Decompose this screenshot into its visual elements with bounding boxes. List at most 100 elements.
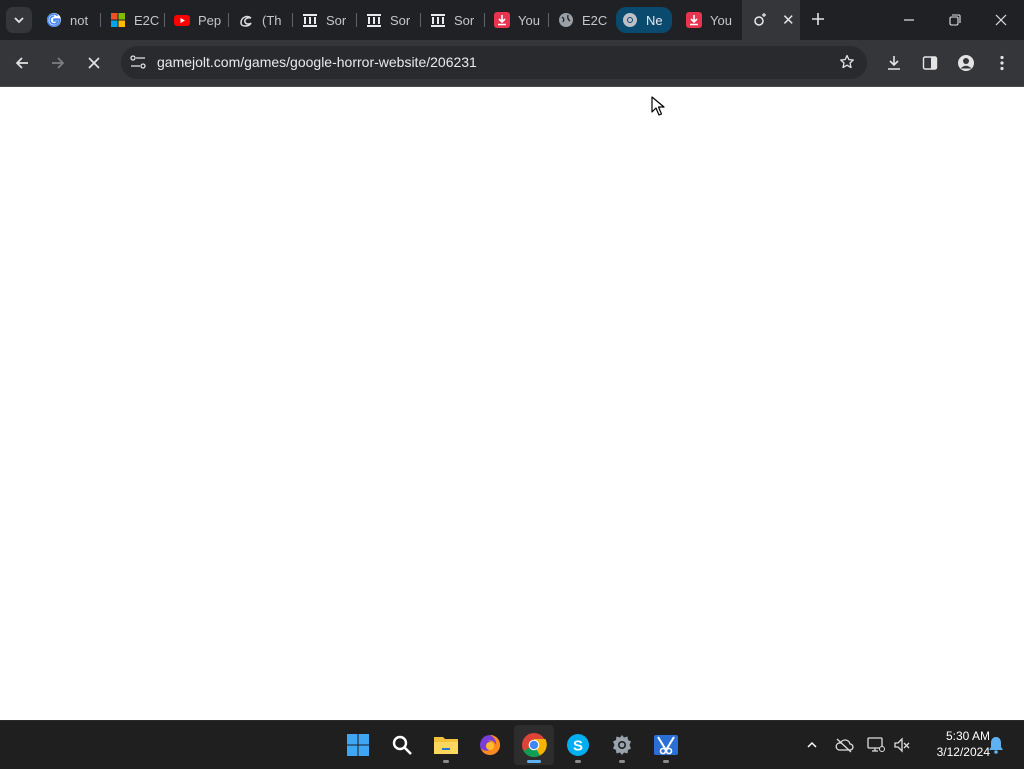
tab-divider bbox=[356, 13, 357, 27]
restore-button[interactable] bbox=[932, 0, 978, 40]
more-vertical-icon bbox=[1000, 55, 1004, 71]
site-info-icon[interactable] bbox=[129, 54, 147, 75]
menu-button[interactable] bbox=[987, 48, 1017, 78]
tab-divider bbox=[100, 13, 101, 27]
forward-button[interactable] bbox=[43, 48, 73, 78]
loading-icon bbox=[752, 12, 768, 28]
tab-divider bbox=[228, 13, 229, 27]
taskbar-file-explorer[interactable] bbox=[426, 725, 466, 765]
tab-10[interactable]: Ne bbox=[616, 7, 672, 33]
tab-title: E2C bbox=[582, 12, 608, 28]
window-close-button[interactable] bbox=[978, 0, 1024, 40]
close-icon bbox=[995, 14, 1007, 26]
plus-icon bbox=[812, 13, 824, 25]
bell-icon bbox=[989, 737, 1003, 754]
new-tab-button[interactable] bbox=[807, 9, 829, 31]
tab-title: E2C bbox=[134, 12, 160, 28]
page-viewport[interactable] bbox=[0, 87, 1024, 720]
bank-icon bbox=[430, 12, 446, 28]
skype-icon: S bbox=[567, 734, 589, 756]
tab-3[interactable]: Pep bbox=[168, 6, 224, 34]
network-tray-icon[interactable] bbox=[866, 735, 886, 755]
tab-8[interactable]: You bbox=[488, 6, 544, 34]
taskbar-skype[interactable]: S bbox=[558, 725, 598, 765]
tab-6[interactable]: Sor bbox=[360, 6, 416, 34]
bookmark-star-icon[interactable] bbox=[839, 54, 855, 75]
clock-time: 5:30 AM bbox=[945, 729, 990, 743]
search-icon bbox=[392, 735, 412, 755]
chrome-icon bbox=[622, 12, 638, 28]
downloads-button[interactable] bbox=[879, 48, 909, 78]
arrow-left-icon bbox=[15, 57, 28, 69]
edge-like-icon bbox=[238, 12, 254, 28]
tab-title: Sor bbox=[390, 12, 411, 28]
arrow-right-icon bbox=[52, 57, 65, 69]
windows-icon bbox=[347, 734, 369, 756]
tray-overflow-button[interactable] bbox=[802, 735, 822, 755]
profile-button[interactable] bbox=[951, 48, 981, 78]
tab-2[interactable]: E2C bbox=[104, 6, 160, 34]
start-button[interactable] bbox=[338, 725, 378, 765]
tab-12-active[interactable]: ✕ bbox=[742, 0, 800, 40]
side-panel-icon bbox=[922, 56, 938, 70]
tab-9[interactable]: E2C bbox=[552, 6, 608, 34]
tab-search-button[interactable] bbox=[6, 7, 32, 33]
bank-icon bbox=[366, 12, 382, 28]
tab-divider bbox=[292, 13, 293, 27]
download-icon bbox=[888, 56, 900, 70]
tab-title: Sor bbox=[326, 12, 347, 28]
chevron-up-icon bbox=[807, 741, 817, 748]
address-bar[interactable]: gamejolt.com/games/google-horror-website… bbox=[121, 46, 867, 79]
network-icon bbox=[867, 737, 885, 752]
volume-tray-icon[interactable] bbox=[892, 735, 912, 755]
globe-icon bbox=[558, 12, 574, 28]
taskbar: S 5:30 AM 3/12/2024 bbox=[0, 720, 1024, 769]
tab-strip: not E2C Pep (Th Sor Sor Sor You E2C Ne Y… bbox=[0, 0, 1024, 40]
svg-text:S: S bbox=[573, 738, 583, 755]
url-text[interactable]: gamejolt.com/games/google-horror-website… bbox=[157, 54, 477, 70]
close-icon[interactable]: ✕ bbox=[782, 11, 795, 29]
tab-title: Pep bbox=[198, 12, 222, 28]
taskbar-firefox[interactable] bbox=[470, 725, 510, 765]
tab-1[interactable]: not bbox=[40, 6, 96, 34]
side-panel-button[interactable] bbox=[915, 48, 945, 78]
chevron-down-icon bbox=[14, 17, 24, 24]
system-clock[interactable]: 5:30 AM 3/12/2024 bbox=[916, 728, 990, 760]
taskbar-snipping-tool[interactable] bbox=[646, 725, 686, 765]
mouse-cursor-icon bbox=[651, 96, 665, 116]
tab-divider bbox=[548, 13, 549, 27]
close-icon bbox=[88, 57, 100, 69]
download-red-icon bbox=[494, 12, 510, 28]
search-button[interactable] bbox=[382, 725, 422, 765]
onedrive-tray-icon[interactable] bbox=[834, 735, 854, 755]
bank-icon bbox=[302, 12, 318, 28]
tab-11[interactable]: You bbox=[680, 6, 736, 34]
restore-icon bbox=[949, 14, 961, 26]
chrome-icon bbox=[522, 733, 547, 758]
download-red-icon bbox=[686, 12, 702, 28]
snipping-tool-icon bbox=[654, 735, 678, 755]
tab-title: You bbox=[710, 12, 732, 28]
tab-title: Ne bbox=[646, 12, 663, 28]
taskbar-settings[interactable] bbox=[602, 725, 642, 765]
tab-divider bbox=[164, 13, 165, 27]
tab-4[interactable]: (Th bbox=[232, 6, 288, 34]
microsoft-icon bbox=[110, 12, 126, 28]
tab-divider bbox=[420, 13, 421, 27]
tab-7[interactable]: Sor bbox=[424, 6, 480, 34]
tab-5[interactable]: Sor bbox=[296, 6, 352, 34]
clock-date: 3/12/2024 bbox=[936, 745, 990, 759]
browser-toolbar: gamejolt.com/games/google-horror-website… bbox=[0, 40, 1024, 87]
taskbar-chrome[interactable] bbox=[514, 725, 554, 765]
tab-title: Sor bbox=[454, 12, 475, 28]
stop-loading-button[interactable] bbox=[79, 48, 109, 78]
folder-icon bbox=[434, 737, 458, 754]
profile-icon bbox=[958, 55, 974, 71]
minimize-button[interactable] bbox=[886, 0, 932, 40]
minimize-icon bbox=[904, 19, 914, 21]
google-icon bbox=[46, 12, 62, 28]
back-button[interactable] bbox=[7, 48, 37, 78]
tab-title: (Th bbox=[262, 12, 282, 28]
cloud-off-icon bbox=[835, 738, 854, 753]
notifications-button[interactable] bbox=[986, 735, 1006, 755]
